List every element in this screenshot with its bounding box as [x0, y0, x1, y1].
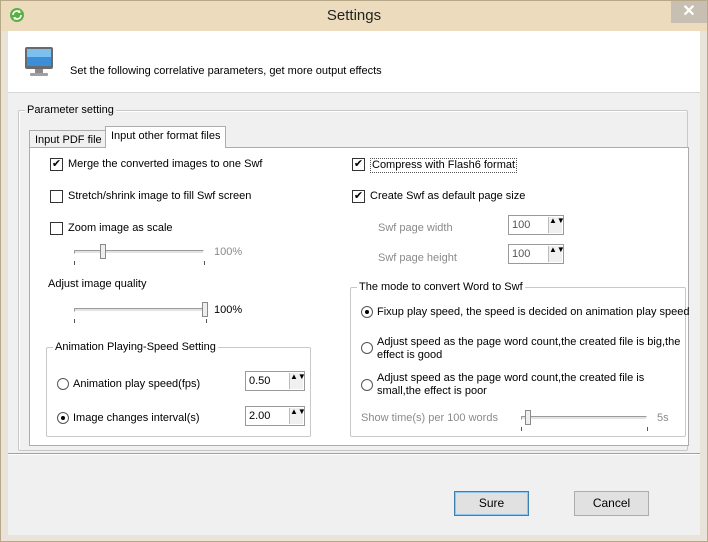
- cancel-button[interactable]: Cancel: [574, 491, 649, 516]
- quality-slider-thumb[interactable]: [202, 302, 208, 317]
- label-line: Adjust speed as the page word count,the …: [377, 372, 645, 384]
- spin-arrows-icon[interactable]: ▲▼: [289, 408, 306, 424]
- page-height-spinner[interactable]: 100 ▲▼: [508, 244, 565, 264]
- play-speed-radio[interactable]: [57, 378, 69, 390]
- radio-dot: [61, 416, 65, 420]
- show-time-slider-track[interactable]: [521, 416, 647, 420]
- play-speed-value: 0.50: [249, 375, 271, 387]
- monitor-icon: [25, 47, 53, 76]
- change-interval-value: 2.00: [249, 410, 271, 422]
- adjust-speed-big-radio[interactable]: [361, 342, 373, 354]
- close-button[interactable]: ✕: [671, 1, 707, 23]
- tab-label: Input PDF file: [35, 134, 102, 146]
- stretch-image-checkbox[interactable]: [50, 190, 63, 203]
- slider-tick: [206, 319, 207, 323]
- label-line: effect is good: [377, 349, 443, 361]
- radio-dot: [365, 310, 369, 314]
- slider-tick: [74, 319, 75, 323]
- header-description: Set the following correlative parameters…: [70, 65, 382, 77]
- spin-arrows-icon[interactable]: ▲▼: [548, 217, 565, 233]
- merge-images-checkbox[interactable]: ✔: [50, 158, 63, 171]
- default-page-size-label: Create Swf as default page size: [370, 190, 526, 202]
- word-mode-legend: The mode to convert Word to Swf: [357, 281, 525, 294]
- fixup-speed-label: Fixup play speed, the speed is decided o…: [377, 306, 690, 318]
- spin-arrows-icon[interactable]: ▲▼: [289, 373, 306, 389]
- animation-speed-group: Animation Playing-Speed Setting Animatio…: [46, 341, 311, 437]
- slider-tick: [74, 261, 75, 265]
- sure-button[interactable]: Sure: [454, 491, 529, 516]
- close-icon: ✕: [682, 3, 696, 20]
- page-height-label: Swf page height: [378, 252, 457, 264]
- header-band: Set the following correlative parameters…: [8, 31, 700, 93]
- check-icon: ✔: [51, 158, 62, 170]
- label-line: small,the effect is poor: [377, 385, 487, 397]
- change-interval-label: Image changes interval(s): [73, 412, 200, 424]
- tab-label: Input other format files: [111, 130, 221, 142]
- slider-tick: [204, 261, 205, 265]
- image-quality-label: Adjust image quality: [48, 278, 147, 290]
- adjust-speed-small-label: Adjust speed as the page word count,the …: [377, 372, 644, 398]
- slider-tick: [521, 427, 522, 431]
- footer-separator: [8, 453, 700, 455]
- quality-value-label: 100%: [214, 304, 243, 316]
- title-bar: Settings ✕: [1, 1, 707, 31]
- page-width-label: Swf page width: [378, 222, 453, 234]
- check-icon: ✔: [353, 158, 364, 170]
- zoom-slider-thumb[interactable]: [100, 244, 106, 259]
- client-area: Set the following correlative parameters…: [8, 31, 700, 535]
- slider-tick: [647, 427, 648, 431]
- adjust-speed-big-label: Adjust speed as the page word count,the …: [377, 336, 680, 362]
- zoom-image-label: Zoom image as scale: [68, 222, 173, 234]
- spin-arrows-icon[interactable]: ▲▼: [548, 246, 565, 262]
- parameter-setting-legend: Parameter setting: [25, 104, 116, 117]
- check-icon: ✔: [353, 190, 364, 202]
- tab-panel: ✔ Merge the converted images to one Swf …: [29, 147, 690, 446]
- play-speed-spinner[interactable]: 0.50 ▲▼: [245, 371, 306, 391]
- compress-flash6-label: Compress with Flash6 format: [370, 158, 518, 173]
- adjust-speed-small-radio[interactable]: [361, 379, 373, 391]
- zoom-image-checkbox[interactable]: [50, 222, 63, 235]
- settings-window: Settings ✕ Set the following correlative…: [0, 0, 708, 542]
- play-speed-label: Animation play speed(fps): [73, 378, 201, 390]
- page-height-value: 100: [512, 248, 531, 260]
- compress-flash6-checkbox[interactable]: ✔: [352, 158, 365, 171]
- zoom-value-label: 100%: [214, 246, 243, 258]
- show-time-slider-thumb[interactable]: [525, 410, 531, 425]
- page-width-value: 100: [512, 219, 531, 231]
- default-page-size-checkbox[interactable]: ✔: [352, 190, 365, 203]
- stretch-image-label: Stretch/shrink image to fill Swf screen: [68, 190, 252, 202]
- animation-speed-legend: Animation Playing-Speed Setting: [53, 341, 218, 354]
- page-width-spinner[interactable]: 100 ▲▼: [508, 215, 565, 235]
- change-interval-spinner[interactable]: 2.00 ▲▼: [245, 406, 306, 426]
- show-time-label: Show time(s) per 100 words: [361, 412, 498, 424]
- label-line: Adjust speed as the page word count,the …: [377, 336, 681, 348]
- zoom-slider-track[interactable]: [74, 250, 204, 254]
- show-time-value-label: 5s: [657, 412, 669, 424]
- tab-input-other-formats[interactable]: Input other format files: [105, 126, 227, 148]
- word-mode-group: The mode to convert Word to Swf Fixup pl…: [350, 281, 690, 437]
- change-interval-radio[interactable]: [57, 412, 69, 424]
- merge-images-label: Merge the converted images to one Swf: [68, 158, 263, 170]
- window-title: Settings: [326, 7, 382, 24]
- fixup-speed-radio[interactable]: [361, 306, 373, 318]
- quality-slider-track[interactable]: [74, 308, 204, 312]
